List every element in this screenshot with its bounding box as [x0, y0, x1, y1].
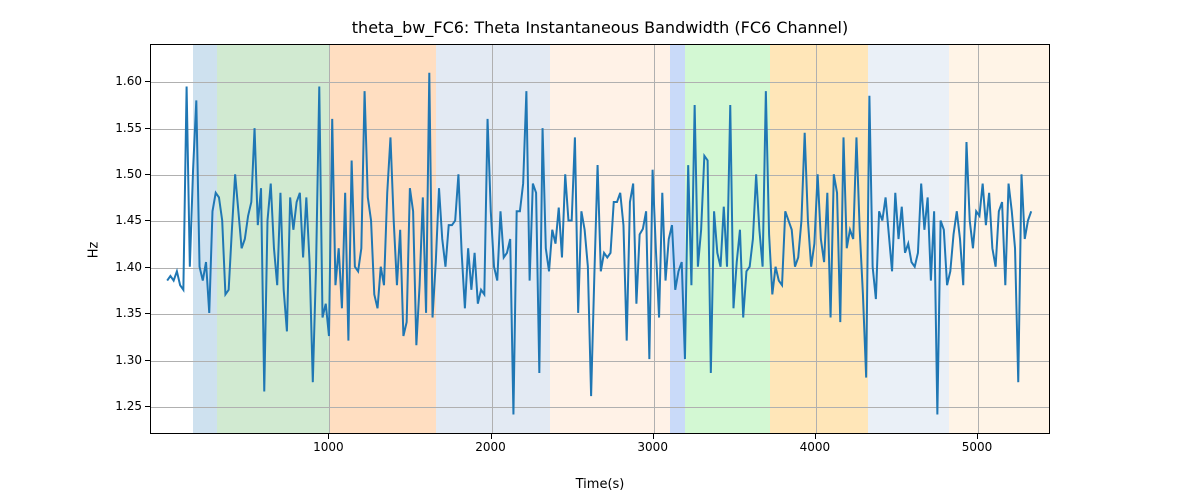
x-tick-mark	[977, 434, 978, 439]
x-tick-mark	[815, 434, 816, 439]
y-tick-label: 1.60	[115, 74, 142, 88]
y-tick-label: 1.30	[115, 353, 142, 367]
x-tick-label: 1000	[313, 440, 344, 454]
x-tick-label: 4000	[800, 440, 831, 454]
x-axis-ticks: 1000 2000 3000 4000 5000	[150, 440, 1050, 460]
chart-container: theta_bw_FC6: Theta Instantaneous Bandwi…	[0, 0, 1200, 500]
x-tick-mark	[328, 434, 329, 439]
data-line	[151, 45, 1049, 433]
y-tick-label: 1.50	[115, 167, 142, 181]
x-tick-label: 5000	[962, 440, 993, 454]
x-tick-label: 2000	[475, 440, 506, 454]
x-tick-label: 3000	[637, 440, 668, 454]
x-tick-mark	[491, 434, 492, 439]
y-tick-label: 1.35	[115, 306, 142, 320]
x-tick-mark	[653, 434, 654, 439]
y-tick-label: 1.40	[115, 260, 142, 274]
y-tick-label: 1.45	[115, 213, 142, 227]
y-tick-label: 1.55	[115, 121, 142, 135]
x-axis-label: Time(s)	[576, 477, 625, 492]
plot-area	[150, 44, 1050, 434]
y-axis-ticks: 1.25 1.30 1.35 1.40 1.45 1.50 1.55 1.60	[0, 44, 142, 434]
chart-title: theta_bw_FC6: Theta Instantaneous Bandwi…	[0, 18, 1200, 37]
y-tick-label: 1.25	[115, 399, 142, 413]
